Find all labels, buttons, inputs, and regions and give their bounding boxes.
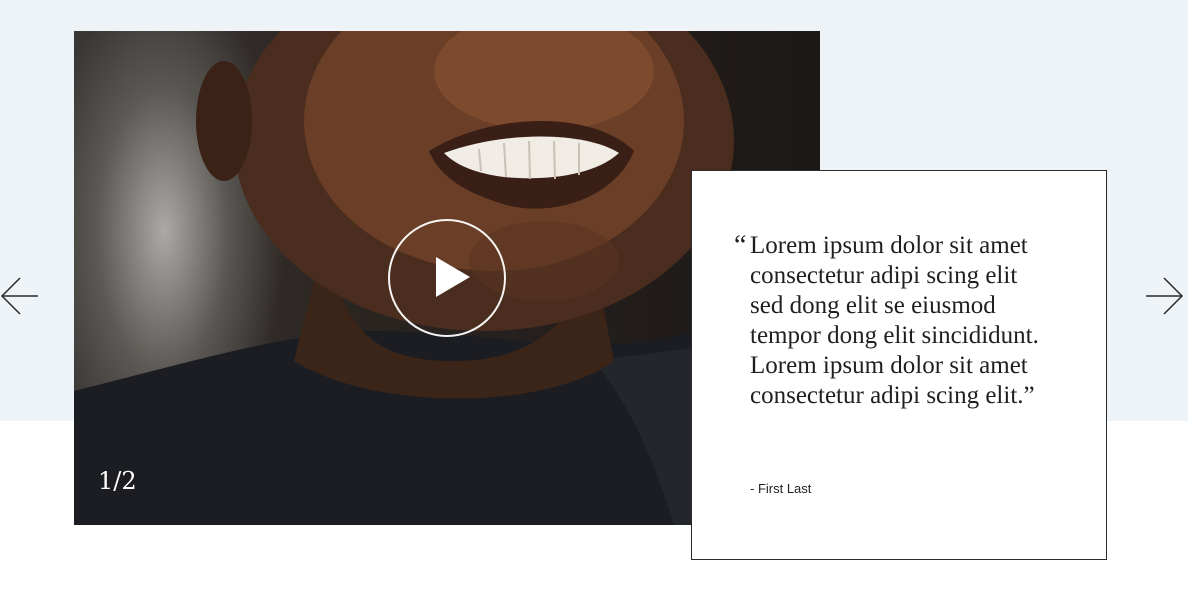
slide-counter: 1/2 [98,467,137,495]
play-button[interactable] [388,219,506,337]
open-quote-mark: “ [734,230,747,261]
next-slide-button[interactable] [1144,274,1184,318]
testimonial-author: - First Last [750,481,812,496]
arrow-left-icon [0,277,38,315]
testimonial-card: “ Lorem ipsum dolor sit amet consectetur… [691,170,1107,560]
play-icon [436,257,470,297]
testimonial-quote: Lorem ipsum dolor sit amet consectetur a… [750,232,1039,409]
previous-slide-button[interactable] [0,274,40,318]
arrow-right-icon [1146,277,1184,315]
